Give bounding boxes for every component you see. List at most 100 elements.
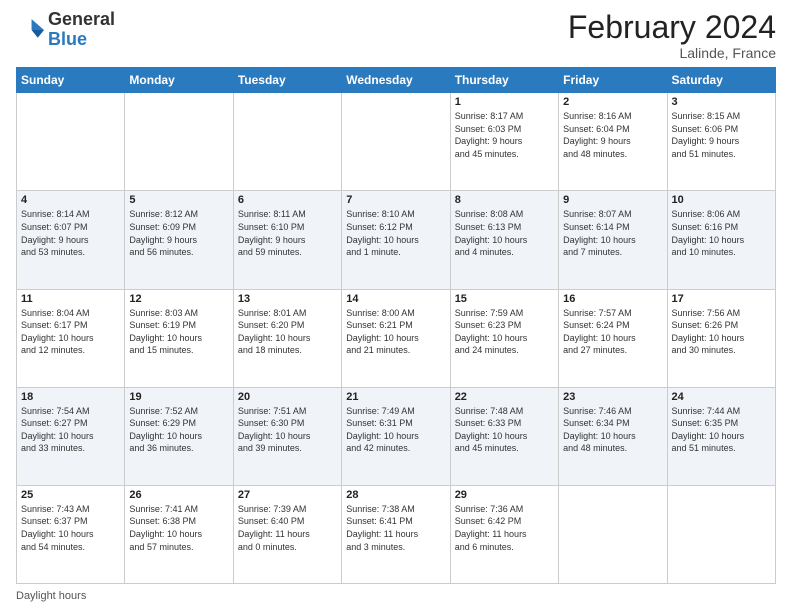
day-number: 5 [129,194,228,206]
day-detail: Sunrise: 8:15 AM Sunset: 6:06 PM Dayligh… [672,110,771,160]
weekday-header-row: Sunday Monday Tuesday Wednesday Thursday… [17,68,776,93]
day-number: 24 [672,391,771,403]
table-row: 5 Sunrise: 8:12 AM Sunset: 6:09 PM Daylig… [125,191,233,289]
day-number: 28 [346,489,445,501]
day-number: 17 [672,293,771,305]
table-row: 14 Sunrise: 8:00 AM Sunset: 6:21 PM Dayli… [342,289,450,387]
day-detail: Sunrise: 7:39 AM Sunset: 6:40 PM Dayligh… [238,503,337,553]
day-number: 7 [346,194,445,206]
table-row: 7 Sunrise: 8:10 AM Sunset: 6:12 PM Daylig… [342,191,450,289]
day-number: 26 [129,489,228,501]
subtitle: Lalinde, France [568,45,776,61]
day-detail: Sunrise: 7:56 AM Sunset: 6:26 PM Dayligh… [672,307,771,357]
day-detail: Sunrise: 7:57 AM Sunset: 6:24 PM Dayligh… [563,307,662,357]
table-row: 13 Sunrise: 8:01 AM Sunset: 6:20 PM Dayli… [233,289,341,387]
day-detail: Sunrise: 7:43 AM Sunset: 6:37 PM Dayligh… [21,503,120,553]
day-number: 14 [346,293,445,305]
day-number: 18 [21,391,120,403]
day-detail: Sunrise: 7:38 AM Sunset: 6:41 PM Dayligh… [346,503,445,553]
header-wednesday: Wednesday [342,68,450,93]
week-row-0: 1Sunrise: 8:17 AM Sunset: 6:03 PM Daylig… [17,93,776,191]
header-monday: Monday [125,68,233,93]
day-number: 10 [672,194,771,206]
day-detail: Sunrise: 8:11 AM Sunset: 6:10 PM Dayligh… [238,208,337,258]
day-detail: Sunrise: 8:06 AM Sunset: 6:16 PM Dayligh… [672,208,771,258]
day-detail: Sunrise: 8:16 AM Sunset: 6:04 PM Dayligh… [563,110,662,160]
header-thursday: Thursday [450,68,558,93]
day-detail: Sunrise: 7:52 AM Sunset: 6:29 PM Dayligh… [129,405,228,455]
calendar-table: Sunday Monday Tuesday Wednesday Thursday… [16,67,776,584]
table-row: 29 Sunrise: 7:36 AM Sunset: 6:42 PM Dayli… [450,485,558,583]
day-detail: Sunrise: 8:17 AM Sunset: 6:03 PM Dayligh… [455,110,554,160]
footer: Daylight hours [16,590,776,602]
header-sunday: Sunday [17,68,125,93]
day-detail: Sunrise: 8:07 AM Sunset: 6:14 PM Dayligh… [563,208,662,258]
week-row-1: 4 Sunrise: 8:14 AM Sunset: 6:07 PM Daylig… [17,191,776,289]
main-title: February 2024 [568,10,776,45]
table-row: 18 Sunrise: 7:54 AM Sunset: 6:27 PM Dayli… [17,387,125,485]
logo-general: General [48,10,115,30]
table-row: 21 Sunrise: 7:49 AM Sunset: 6:31 PM Dayli… [342,387,450,485]
table-row: 2Sunrise: 8:16 AM Sunset: 6:04 PM Daylig… [559,93,667,191]
day-number: 22 [455,391,554,403]
day-number: 16 [563,293,662,305]
week-row-3: 18 Sunrise: 7:54 AM Sunset: 6:27 PM Dayli… [17,387,776,485]
day-number: 23 [563,391,662,403]
table-row: 24Sunrise: 7:44 AM Sunset: 6:35 PM Dayli… [667,387,775,485]
table-row: 19 Sunrise: 7:52 AM Sunset: 6:29 PM Dayli… [125,387,233,485]
day-detail: Sunrise: 7:51 AM Sunset: 6:30 PM Dayligh… [238,405,337,455]
day-number: 20 [238,391,337,403]
day-detail: Sunrise: 8:04 AM Sunset: 6:17 PM Dayligh… [21,307,120,357]
table-row: 4 Sunrise: 8:14 AM Sunset: 6:07 PM Daylig… [17,191,125,289]
table-row: 12 Sunrise: 8:03 AM Sunset: 6:19 PM Dayli… [125,289,233,387]
table-row: 1Sunrise: 8:17 AM Sunset: 6:03 PM Daylig… [450,93,558,191]
table-row: 9 Sunrise: 8:07 AM Sunset: 6:14 PM Daylig… [559,191,667,289]
day-number: 29 [455,489,554,501]
table-row: 28 Sunrise: 7:38 AM Sunset: 6:41 PM Dayli… [342,485,450,583]
day-number: 13 [238,293,337,305]
table-row: 11Sunrise: 8:04 AM Sunset: 6:17 PM Dayli… [17,289,125,387]
day-detail: Sunrise: 7:49 AM Sunset: 6:31 PM Dayligh… [346,405,445,455]
table-row [342,93,450,191]
header-friday: Friday [559,68,667,93]
day-detail: Sunrise: 7:54 AM Sunset: 6:27 PM Dayligh… [21,405,120,455]
day-number: 6 [238,194,337,206]
table-row: 8 Sunrise: 8:08 AM Sunset: 6:13 PM Daylig… [450,191,558,289]
table-row: 16 Sunrise: 7:57 AM Sunset: 6:24 PM Dayli… [559,289,667,387]
week-row-2: 11Sunrise: 8:04 AM Sunset: 6:17 PM Dayli… [17,289,776,387]
table-row: 20 Sunrise: 7:51 AM Sunset: 6:30 PM Dayli… [233,387,341,485]
table-row: 15Sunrise: 7:59 AM Sunset: 6:23 PM Dayli… [450,289,558,387]
table-row: 17 Sunrise: 7:56 AM Sunset: 6:26 PM Dayli… [667,289,775,387]
day-detail: Sunrise: 8:03 AM Sunset: 6:19 PM Dayligh… [129,307,228,357]
header-saturday: Saturday [667,68,775,93]
table-row [17,93,125,191]
header-tuesday: Tuesday [233,68,341,93]
logo: General Blue [16,10,115,50]
title-block: February 2024 Lalinde, France [568,10,776,61]
table-row: 27Sunrise: 7:39 AM Sunset: 6:40 PM Dayli… [233,485,341,583]
day-detail: Sunrise: 8:10 AM Sunset: 6:12 PM Dayligh… [346,208,445,258]
day-detail: Sunrise: 7:59 AM Sunset: 6:23 PM Dayligh… [455,307,554,357]
day-number: 4 [21,194,120,206]
day-detail: Sunrise: 7:46 AM Sunset: 6:34 PM Dayligh… [563,405,662,455]
day-number: 21 [346,391,445,403]
day-number: 8 [455,194,554,206]
week-row-4: 25Sunrise: 7:43 AM Sunset: 6:37 PM Dayli… [17,485,776,583]
day-detail: Sunrise: 8:01 AM Sunset: 6:20 PM Dayligh… [238,307,337,357]
day-detail: Sunrise: 8:00 AM Sunset: 6:21 PM Dayligh… [346,307,445,357]
day-number: 9 [563,194,662,206]
table-row [559,485,667,583]
day-detail: Sunrise: 8:14 AM Sunset: 6:07 PM Dayligh… [21,208,120,258]
logo-icon [16,16,44,44]
day-detail: Sunrise: 7:41 AM Sunset: 6:38 PM Dayligh… [129,503,228,553]
day-number: 19 [129,391,228,403]
table-row: 10 Sunrise: 8:06 AM Sunset: 6:16 PM Dayli… [667,191,775,289]
day-detail: Sunrise: 7:36 AM Sunset: 6:42 PM Dayligh… [455,503,554,553]
day-detail: Sunrise: 8:08 AM Sunset: 6:13 PM Dayligh… [455,208,554,258]
day-number: 12 [129,293,228,305]
table-row: 3Sunrise: 8:15 AM Sunset: 6:06 PM Daylig… [667,93,775,191]
logo-text: General Blue [48,10,115,50]
daylight-label: Daylight hours [16,590,86,602]
header: General Blue February 2024 Lalinde, Fran… [16,10,776,61]
day-detail: Sunrise: 8:12 AM Sunset: 6:09 PM Dayligh… [129,208,228,258]
